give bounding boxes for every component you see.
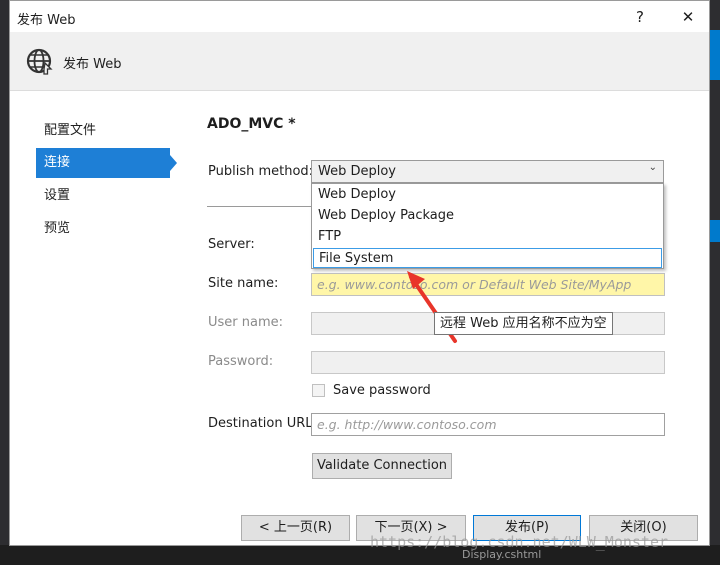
ide-background-left [0, 0, 9, 565]
destination-url-label: Destination URL: [208, 416, 317, 431]
publish-method-label: Publish method: [208, 164, 314, 179]
user-name-label: User name: [208, 315, 284, 330]
sidebar-item-connection[interactable]: 连接 [36, 148, 170, 178]
section-divider [207, 206, 311, 207]
previous-button[interactable]: < 上一页(R) [241, 515, 350, 541]
ide-accent-strip [710, 30, 720, 80]
dropdown-option-file-system[interactable]: File System [313, 248, 662, 268]
site-name-placeholder: e.g. www.contoso.com or Default Web Site… [317, 277, 632, 292]
dropdown-option-ftp[interactable]: FTP [313, 227, 662, 247]
ide-accent-strip [710, 220, 720, 242]
dropdown-option-web-deploy-package[interactable]: Web Deploy Package [313, 206, 662, 226]
save-password-label: Save password [333, 383, 431, 398]
active-item-pointer [170, 155, 177, 171]
password-label: Password: [208, 354, 274, 369]
publish-method-select[interactable]: Web Deploy ⌄ [311, 160, 664, 183]
site-name-label: Site name: [208, 276, 279, 291]
site-name-input[interactable]: e.g. www.contoso.com or Default Web Site… [311, 273, 665, 296]
publish-method-dropdown: Web Deploy Web Deploy Package FTP File S… [311, 183, 664, 269]
sidebar-item-profile[interactable]: 配置文件 [36, 116, 170, 146]
globe-publish-icon [26, 48, 53, 75]
publish-web-dialog: 发布 Web ? ✕ 发布 Web 配置文件 连接 设置 预览 ADO_MVC … [9, 0, 710, 546]
help-button[interactable]: ? [618, 3, 662, 31]
chevron-down-icon: ⌄ [648, 162, 657, 173]
title-bar: 发布 Web ? ✕ [10, 1, 709, 32]
header-title: 发布 Web [63, 57, 122, 72]
ide-background-right [710, 0, 720, 565]
destination-url-placeholder: e.g. http://www.contoso.com [317, 417, 497, 432]
sidebar-item-preview[interactable]: 预览 [36, 214, 170, 244]
destination-url-input[interactable]: e.g. http://www.contoso.com [311, 413, 665, 436]
profile-title: ADO_MVC * [207, 116, 296, 132]
password-input[interactable] [311, 351, 665, 374]
validation-tooltip: 远程 Web 应用名称不应为空 [434, 312, 613, 335]
close-button[interactable]: ✕ [666, 3, 710, 31]
publish-method-value: Web Deploy [318, 164, 396, 179]
window-title: 发布 Web [17, 13, 76, 28]
sidebar-item-settings[interactable]: 设置 [36, 181, 170, 211]
dialog-header: 发布 Web [10, 32, 709, 91]
dropdown-option-web-deploy[interactable]: Web Deploy [313, 185, 662, 205]
watermark: https://blog.csdn.net/WLW_Monster [370, 533, 669, 551]
validate-connection-button[interactable]: Validate Connection [312, 453, 452, 479]
server-label: Server: [208, 237, 255, 252]
save-password-checkbox[interactable] [312, 384, 325, 397]
